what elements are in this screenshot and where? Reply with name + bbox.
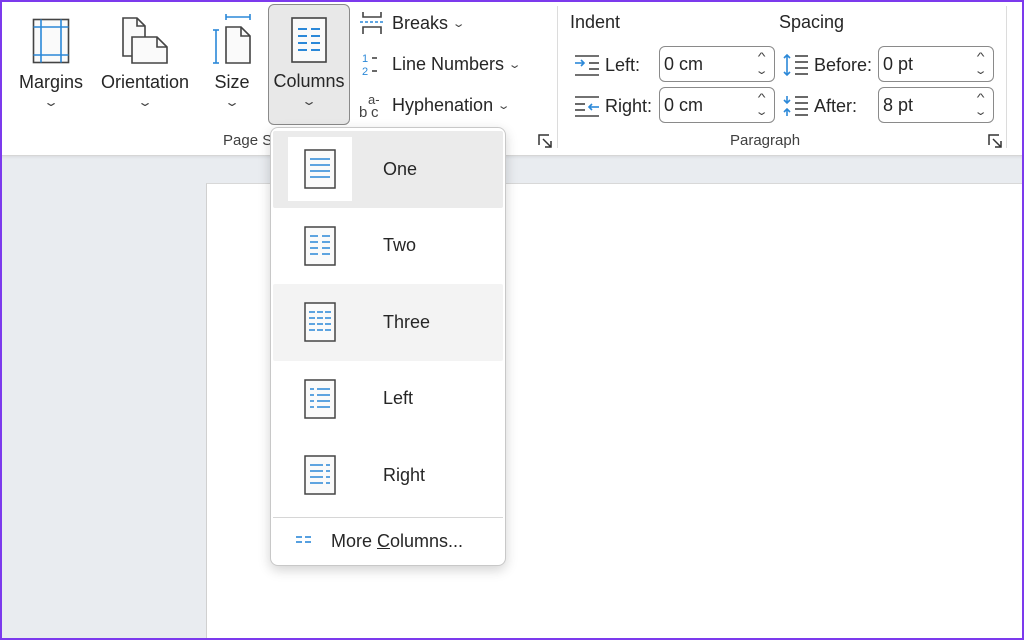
- paragraph-dialog-launcher-icon[interactable]: [987, 133, 1003, 149]
- hyphenation-icon: b c a-: [358, 91, 386, 119]
- increment-button[interactable]: ^: [973, 91, 987, 105]
- size-label: Size: [214, 72, 250, 92]
- spacing-before-input[interactable]: 0 pt ^ ⌄: [878, 46, 994, 82]
- size-button[interactable]: Size ⌄: [204, 6, 260, 124]
- spacing-after-row: After:: [782, 94, 857, 118]
- more-columns-prefix: More: [331, 531, 378, 551]
- decrement-button[interactable]: ⌄: [754, 105, 768, 119]
- indent-title: Indent: [570, 12, 621, 32]
- decrement-button[interactable]: ⌄: [973, 105, 987, 119]
- right-column-icon: [288, 443, 352, 507]
- svg-text:2: 2: [362, 66, 368, 77]
- chevron-down-icon: ⌄: [496, 99, 511, 112]
- more-columns-suffix: olumns...: [390, 531, 464, 551]
- menu-item-label: Three: [383, 311, 431, 332]
- orientation-icon: [121, 8, 169, 64]
- columns-icon: [291, 7, 327, 63]
- increment-button[interactable]: ^: [973, 50, 987, 64]
- breaks-icon: [358, 9, 386, 37]
- size-icon: [211, 8, 253, 64]
- svg-text:b: b: [359, 104, 367, 119]
- two-columns-icon: [288, 214, 352, 278]
- menu-item-two[interactable]: Two: [273, 208, 503, 285]
- more-columns-label: More Columns...: [331, 531, 463, 552]
- margins-label: Margins: [18, 72, 84, 92]
- indent-right-input[interactable]: 0 cm ^ ⌄: [659, 87, 775, 123]
- more-columns-icon: [295, 531, 315, 552]
- line-numbers-button[interactable]: 1 2 Line Numbers ⌄: [358, 47, 522, 81]
- increment-button[interactable]: ^: [754, 91, 768, 105]
- svg-text:a-: a-: [368, 92, 380, 107]
- accelerator-key: C: [377, 531, 391, 551]
- page-setup-dialog-launcher-icon[interactable]: [537, 133, 553, 149]
- menu-item-left[interactable]: Left: [273, 361, 503, 438]
- chevron-down-icon: ⌄: [300, 94, 318, 108]
- indent-left-value: 0 cm: [664, 53, 704, 74]
- margins-button[interactable]: Margins ⌄: [14, 6, 88, 124]
- orientation-button[interactable]: Orientation ⌄: [96, 6, 194, 124]
- hyphenation-button[interactable]: b c a- Hyphenation ⌄: [358, 88, 511, 122]
- menu-item-label: Right: [383, 464, 426, 485]
- spacing-after-value: 8 pt: [883, 94, 914, 115]
- spacing-after-input[interactable]: 8 pt ^ ⌄: [878, 87, 994, 123]
- menu-item-label: One: [383, 158, 418, 179]
- margins-icon: [32, 8, 70, 64]
- spacing-before-icon: [782, 53, 810, 77]
- menu-item-label: Two: [383, 235, 417, 256]
- spacing-title: Spacing: [779, 12, 845, 32]
- decrement-button[interactable]: ⌄: [754, 64, 768, 78]
- chevron-down-icon: ⌄: [223, 95, 241, 109]
- left-column-icon: [288, 367, 352, 431]
- menu-item-label: Left: [383, 388, 414, 409]
- spacing-before-value: 0 pt: [883, 53, 914, 74]
- group-separator: [1006, 6, 1007, 148]
- indent-right-value: 0 cm: [664, 94, 704, 115]
- spacing-before-label: Before:: [814, 54, 873, 75]
- spacing-after-label: After:: [814, 95, 858, 116]
- one-column-icon: [288, 137, 352, 202]
- svg-text:1: 1: [362, 53, 368, 65]
- more-columns-menu-item[interactable]: More Columns...: [273, 518, 503, 566]
- breaks-button[interactable]: Breaks ⌄: [358, 6, 466, 40]
- chevron-down-icon: ⌄: [451, 17, 466, 30]
- decrement-button[interactable]: ⌄: [973, 64, 987, 78]
- line-numbers-label: Line Numbers: [392, 53, 505, 74]
- chevron-down-icon: ⌄: [42, 95, 60, 109]
- indent-right-label: Right:: [605, 95, 653, 116]
- columns-dropdown-menu: One Two Three Left Right More Columns...: [270, 127, 506, 566]
- ribbon: Margins ⌄ Orientation ⌄ Size ⌄ Columns ⌄…: [0, 0, 1024, 156]
- page-setup-group-label: Page S: [223, 132, 273, 149]
- three-columns-icon: [288, 290, 352, 354]
- paragraph-group-label: Paragraph: [730, 132, 801, 149]
- spacing-before-row: Before:: [782, 53, 872, 77]
- spacing-after-icon: [782, 94, 810, 118]
- indent-right-icon: [573, 94, 601, 118]
- chevron-down-icon: ⌄: [507, 58, 522, 71]
- breaks-label: Breaks: [392, 12, 449, 33]
- indent-right-row: Right:: [573, 94, 652, 118]
- indent-left-row: Left:: [573, 53, 640, 77]
- chevron-down-icon: ⌄: [136, 95, 154, 109]
- menu-item-three[interactable]: Three: [273, 284, 503, 361]
- columns-button[interactable]: Columns ⌄: [268, 4, 350, 125]
- indent-left-input[interactable]: 0 cm ^ ⌄: [659, 46, 775, 82]
- columns-label: Columns: [273, 71, 345, 91]
- line-numbers-icon: 1 2: [358, 50, 386, 78]
- increment-button[interactable]: ^: [754, 50, 768, 64]
- hyphenation-label: Hyphenation: [392, 94, 494, 115]
- menu-item-one[interactable]: One: [273, 131, 503, 208]
- orientation-label: Orientation: [100, 72, 190, 92]
- indent-left-label: Left:: [605, 54, 641, 75]
- group-separator: [557, 6, 558, 148]
- indent-left-icon: [573, 53, 601, 77]
- menu-item-right[interactable]: Right: [273, 437, 503, 514]
